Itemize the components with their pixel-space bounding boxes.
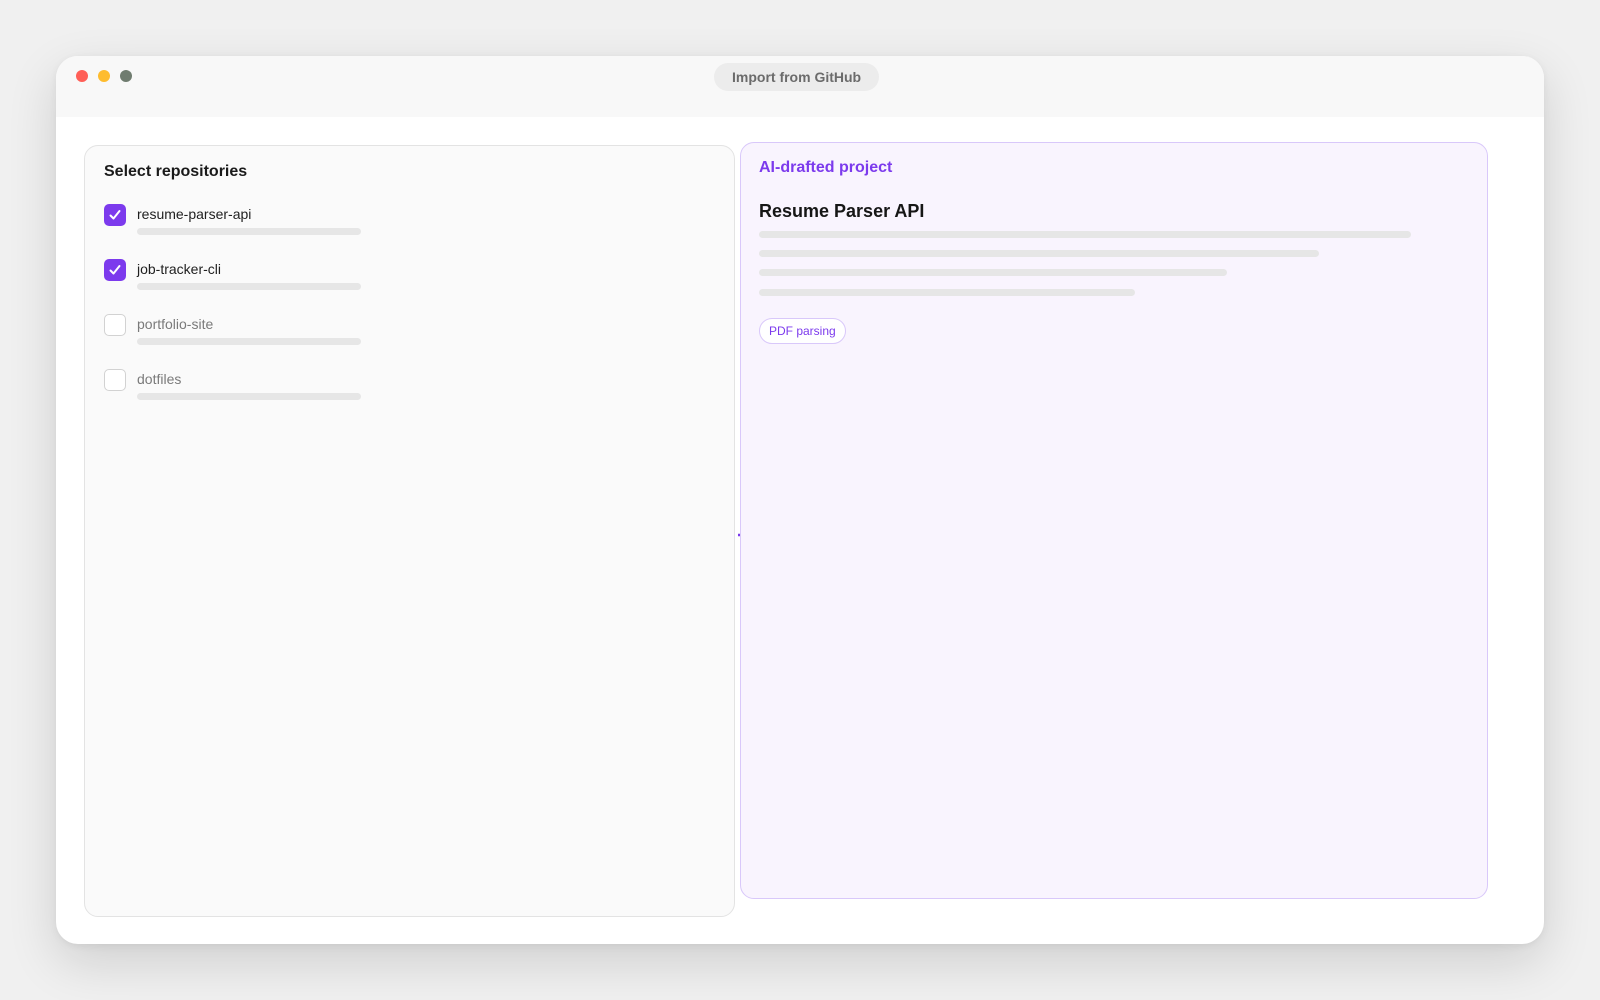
repo-name: dotfiles	[137, 371, 182, 387]
panel-heading: Select repositories	[104, 163, 248, 180]
title-bar: Import from GitHub	[56, 56, 1544, 117]
import-window: Import from GitHub Select repositories r…	[56, 56, 1544, 944]
window-title: Import from GitHub	[714, 63, 880, 91]
project-title: Resume Parser API	[759, 201, 925, 221]
repo-item-job-tracker-cli[interactable]: job-tracker-cli	[104, 259, 404, 299]
check-icon	[109, 210, 121, 220]
repo-description-placeholder	[137, 338, 361, 345]
close-window-button[interactable]	[76, 70, 88, 82]
description-placeholder-line	[759, 289, 1135, 296]
description-placeholder-line	[759, 250, 1319, 257]
skill-tag[interactable]: PDF parsing	[759, 318, 846, 344]
check-icon	[109, 265, 121, 275]
minimize-window-button[interactable]	[98, 70, 110, 82]
ai-draft-panel: AI-drafted project Resume Parser API PDF…	[740, 142, 1488, 899]
repo-item-dotfiles[interactable]: dotfiles	[104, 369, 404, 409]
repo-item-portfolio-site[interactable]: portfolio-site	[104, 314, 404, 354]
description-placeholder-line	[759, 231, 1411, 238]
description-placeholder-line	[759, 269, 1227, 276]
repo-name: portfolio-site	[137, 316, 214, 332]
repository-selection-panel: Select repositories resume-parser-api jo…	[84, 145, 735, 917]
repo-description-placeholder	[137, 228, 361, 235]
repo-item-resume-parser-api[interactable]: resume-parser-api	[104, 204, 404, 244]
repo-name: job-tracker-cli	[137, 261, 222, 277]
repo-checkbox[interactable]	[104, 259, 126, 281]
ai-draft-label: AI-drafted project	[759, 159, 893, 176]
maximize-window-button[interactable]	[120, 70, 132, 82]
repo-description-placeholder	[137, 283, 361, 290]
repo-description-placeholder	[137, 393, 361, 400]
repo-checkbox[interactable]	[104, 314, 126, 336]
repo-checkbox[interactable]	[104, 204, 126, 226]
repo-name: resume-parser-api	[137, 206, 252, 222]
repo-checkbox[interactable]	[104, 369, 126, 391]
